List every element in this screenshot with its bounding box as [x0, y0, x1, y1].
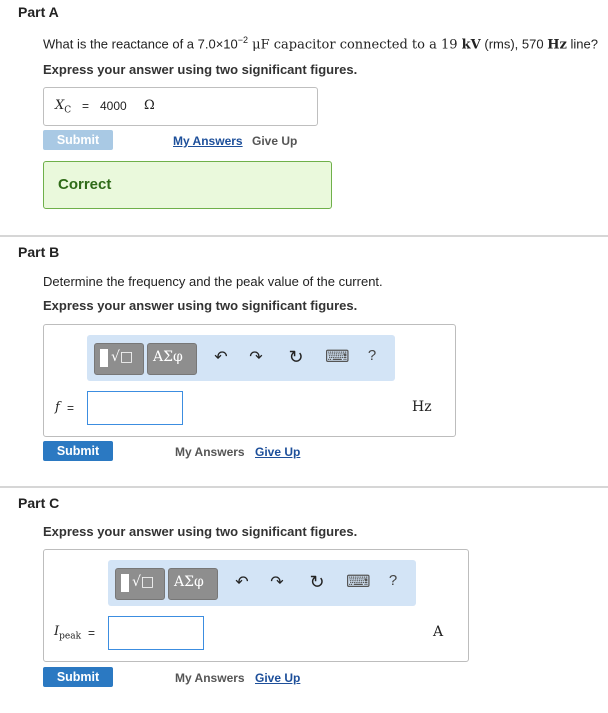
symbols-button[interactable]: ΑΣφ	[147, 343, 197, 375]
part-b-question: Determine the frequency and the peak val…	[43, 274, 383, 289]
part-a-submit-button[interactable]: Submit	[43, 130, 113, 150]
part-c-var-label: Ipeak	[54, 624, 82, 642]
templates-button[interactable]: √□	[94, 343, 144, 375]
part-b-submit-button[interactable]: Submit	[43, 441, 113, 461]
sqrt-template-icon: √□	[132, 574, 155, 590]
part-a-title: Part A	[18, 4, 59, 20]
part-b-toolbar: √□ ΑΣφ ↶ ↷ ↻ ⌨ ?	[87, 335, 395, 381]
templates-button[interactable]: √□	[115, 568, 165, 600]
undo-icon[interactable]: ↶	[212, 347, 230, 367]
part-a-instruction: Express your answer using two significan…	[43, 62, 358, 77]
help-icon[interactable]: ?	[365, 347, 379, 364]
part-b-var-label: f	[55, 400, 60, 415]
part-b-instruction: Express your answer using two significan…	[43, 298, 358, 313]
part-a-answer-value: 4000	[100, 99, 127, 113]
help-icon[interactable]: ?	[386, 572, 400, 589]
reset-icon[interactable]: ↻	[308, 572, 326, 593]
part-a-answer-box: XC = 4000 Ω	[43, 87, 318, 126]
part-b-title: Part B	[18, 244, 60, 260]
part-a-correct-feedback: Correct	[43, 161, 332, 209]
part-c-give-up-link[interactable]: Give Up	[255, 671, 300, 685]
part-b-unit: Hz	[412, 399, 432, 415]
part-a-question: What is the reactance of a 7.0×10−2 μF c…	[43, 35, 598, 53]
part-c-title: Part C	[18, 495, 60, 511]
frequency-input[interactable]	[87, 391, 183, 425]
part-a-give-up: Give Up	[252, 134, 298, 148]
sqrt-template-icon: √□	[111, 349, 134, 365]
keyboard-icon[interactable]: ⌨	[325, 347, 350, 367]
redo-icon[interactable]: ↷	[247, 347, 265, 367]
part-b-my-answers: My Answers	[175, 445, 245, 459]
part-c-unit: A	[433, 624, 444, 640]
part-c-toolbar: √□ ΑΣφ ↶ ↷ ↻ ⌨ ?	[108, 560, 416, 606]
part-c-eq: =	[88, 626, 96, 640]
peak-current-input[interactable]	[108, 616, 204, 650]
undo-icon[interactable]: ↶	[233, 572, 251, 592]
part-b-eq: =	[67, 401, 75, 415]
part-b-give-up-link[interactable]: Give Up	[255, 445, 300, 459]
part-a-answer-unit: Ω	[144, 98, 155, 113]
template-block-icon	[100, 349, 108, 367]
divider-b-c	[0, 486, 608, 488]
divider-a-b	[0, 235, 608, 237]
part-c-submit-button[interactable]: Submit	[43, 667, 113, 687]
symbols-button[interactable]: ΑΣφ	[168, 568, 218, 600]
redo-icon[interactable]: ↷	[268, 572, 286, 592]
greek-symbols-icon: ΑΣφ	[174, 574, 204, 590]
keyboard-icon[interactable]: ⌨	[346, 572, 371, 592]
reset-icon[interactable]: ↻	[287, 347, 305, 368]
part-a-answer-var: XC	[55, 98, 72, 116]
part-c-my-answers: My Answers	[175, 671, 245, 685]
greek-symbols-icon: ΑΣφ	[153, 349, 183, 365]
part-a-answer-eq: =	[82, 99, 90, 113]
template-block-icon	[121, 574, 129, 592]
part-c-instruction: Express your answer using two significan…	[43, 524, 358, 539]
part-a-my-answers-link[interactable]: My Answers	[173, 134, 243, 148]
part-a-correct-text: Correct	[58, 176, 112, 193]
